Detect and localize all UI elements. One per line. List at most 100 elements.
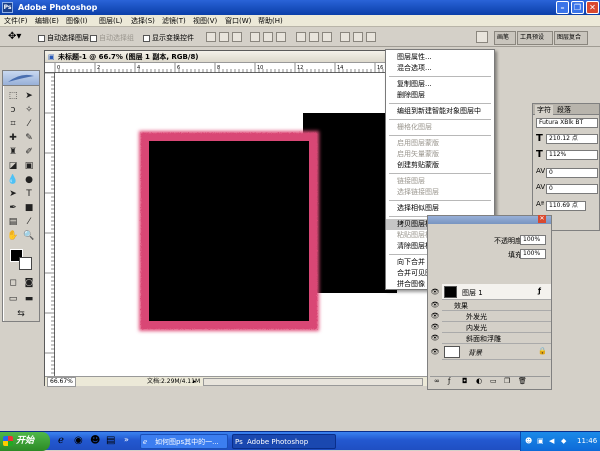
effect-row-outer-glow[interactable]: 外发光 [442, 311, 551, 322]
adjustment-layer-icon[interactable]: ◐ [476, 377, 482, 385]
visibility-eye-icon[interactable]: 👁 [430, 287, 440, 297]
tray-volume-icon[interactable]: ◀ [549, 432, 554, 451]
menu-window[interactable]: 窗口(W) [225, 16, 251, 26]
kerning-field[interactable]: 0 [546, 184, 598, 194]
background-layer-name[interactable]: 背景 [468, 348, 482, 358]
effects-indicator-icon[interactable]: ƒ [538, 287, 541, 295]
context-menu-item[interactable]: 删除图层 [386, 90, 494, 101]
align-right-icon[interactable] [276, 32, 286, 42]
layer-row-layer1[interactable]: 图层 1 ƒ [442, 284, 551, 300]
layer-row-background[interactable]: 背景 🔒 [442, 344, 551, 360]
link-layers-icon[interactable]: ∞ [434, 377, 440, 385]
menu-file[interactable]: 文件(F) [4, 16, 28, 26]
distribute-right-icon[interactable] [366, 32, 376, 42]
add-mask-icon[interactable]: ◘ [462, 377, 468, 385]
distribute-top-icon[interactable] [296, 32, 306, 42]
notes-tool-icon[interactable]: ▤ [6, 216, 20, 228]
menu-edit[interactable]: 编辑(E) [35, 16, 59, 26]
tab-layer-comps[interactable]: 图层复合 [554, 31, 588, 45]
slice-tool-icon[interactable]: ⁄ [22, 118, 36, 130]
quicklaunch-more-icon[interactable]: » [124, 435, 129, 444]
fill-field[interactable]: 100% [520, 249, 546, 259]
quick-mask-icon[interactable]: ◙ [22, 277, 36, 289]
context-menu-item[interactable]: 混合选项... [386, 63, 494, 74]
clone-stamp-icon[interactable]: ♜ [6, 146, 20, 158]
auto-select-checkbox[interactable]: 自动选择图层 [38, 33, 89, 43]
standard-mode-icon[interactable]: ◻ [6, 277, 20, 289]
tab-character[interactable]: 字符 [535, 105, 553, 115]
layers-panel-header[interactable]: ✕ [428, 215, 551, 224]
horizontal-ruler[interactable]: 024681012141618 [45, 63, 429, 73]
distribute-center-icon[interactable] [353, 32, 363, 42]
horizontal-scale-field[interactable]: 112% [546, 150, 598, 160]
healing-brush-icon[interactable]: ✚ [6, 132, 20, 144]
context-menu-item[interactable]: 复制图层... [386, 79, 494, 90]
shape-tool-icon[interactable]: ■ [22, 202, 36, 214]
bevel-eye-icon[interactable]: 👁 [430, 333, 440, 343]
inner-glow-eye-icon[interactable]: 👁 [430, 322, 440, 332]
tracking-field[interactable]: 0 [546, 168, 598, 178]
effect-row-inner-glow[interactable]: 内发光 [442, 322, 551, 333]
screen-mode-standard-icon[interactable]: ▭ [6, 293, 20, 305]
taskbar-item-photoshop[interactable]: Ps Adobe Photoshop [232, 434, 336, 449]
context-menu-item[interactable]: 编组到新建智能对象图层中 [386, 106, 494, 117]
effect-row-bevel[interactable]: 斜面和浮雕 [442, 333, 551, 344]
align-left-icon[interactable] [250, 32, 260, 42]
hand-tool-icon[interactable]: ✋ [6, 230, 20, 242]
context-menu-item[interactable]: 图层属性... [386, 52, 494, 63]
distribute-left-icon[interactable] [340, 32, 350, 42]
taskbar-item-browser[interactable]: ℯ 如何图ps其中的一... [140, 434, 228, 449]
magic-wand-icon[interactable]: ✧ [22, 104, 36, 116]
distribute-middle-icon[interactable] [309, 32, 319, 42]
quicklaunch-qq-icon[interactable]: ☻ [90, 435, 100, 446]
move-tool-icon[interactable]: ✥▾ [8, 31, 21, 42]
align-top-icon[interactable] [206, 32, 216, 42]
tray-network-icon[interactable]: ▣ [537, 432, 544, 451]
imageready-jump-icon[interactable]: ⇆ [14, 308, 28, 320]
context-menu-item[interactable]: 创建剪贴蒙版 [386, 160, 494, 171]
effects-row[interactable]: 效果 [442, 300, 551, 311]
effects-eye-icon[interactable]: 👁 [430, 300, 440, 310]
zoom-tool-icon[interactable]: 🔍 [22, 230, 36, 242]
delete-layer-icon[interactable]: 🗑 [518, 377, 527, 385]
align-middle-icon[interactable] [219, 32, 229, 42]
new-layer-icon[interactable]: ❐ [504, 377, 510, 385]
eyedropper-icon[interactable]: ⁄ [22, 216, 36, 228]
outer-glow-eye-icon[interactable]: 👁 [430, 311, 440, 321]
auto-select-group-checkbox[interactable]: 自动选择组 [90, 33, 134, 43]
menu-help[interactable]: 帮助(H) [258, 16, 283, 26]
dodge-tool-icon[interactable]: ● [22, 174, 36, 186]
restore-button[interactable]: ❐ [571, 1, 584, 14]
pen-tool-icon[interactable]: ✒ [6, 202, 20, 214]
panel-close-icon[interactable]: ✕ [538, 215, 546, 223]
start-button[interactable]: 开始 [0, 432, 50, 451]
show-transform-checkbox[interactable]: 显示变换控件 [143, 33, 194, 43]
document-title-bar[interactable]: ▣ 未标题-1 @ 66.7% (图层 1 副本, RGB/8) [45, 51, 429, 63]
tray-qq-icon[interactable]: ☻ [525, 432, 532, 451]
move-tool-icon[interactable]: ➤ [22, 90, 36, 102]
tab-paragraph[interactable]: 段落 [557, 105, 571, 115]
tray-security-icon[interactable]: ◆ [561, 432, 566, 451]
tab-tool-presets[interactable]: 工具预设 [517, 31, 553, 45]
path-select-icon[interactable]: ➤ [6, 188, 20, 200]
type-tool-icon[interactable]: T [22, 188, 36, 200]
vertical-ruler[interactable] [45, 73, 55, 376]
add-style-icon[interactable]: ƒ [448, 377, 450, 385]
background-eye-icon[interactable]: 👁 [430, 347, 440, 357]
menu-select[interactable]: 选择(S) [131, 16, 155, 26]
minimize-button[interactable]: – [556, 1, 569, 14]
opacity-field[interactable]: 100% [520, 235, 546, 245]
close-button[interactable]: ✕ [586, 1, 599, 14]
menu-image[interactable]: 图像(I) [66, 16, 88, 26]
lasso-tool-icon[interactable]: ↄ [6, 104, 20, 116]
quicklaunch-ie-icon[interactable]: ℯ [58, 435, 64, 446]
align-bottom-icon[interactable] [232, 32, 242, 42]
background-color-swatch[interactable] [19, 257, 32, 270]
font-size-field[interactable]: 210.12 点 [546, 134, 598, 144]
brush-tool-icon[interactable]: ✎ [22, 132, 36, 144]
quicklaunch-desktop-icon[interactable]: ▤ [106, 435, 115, 446]
toolbox-header[interactable] [3, 71, 39, 86]
quicklaunch-media-icon[interactable]: ◉ [74, 435, 83, 446]
menu-view[interactable]: 视图(V) [193, 16, 217, 26]
menu-filter[interactable]: 滤镜(T) [162, 16, 186, 26]
